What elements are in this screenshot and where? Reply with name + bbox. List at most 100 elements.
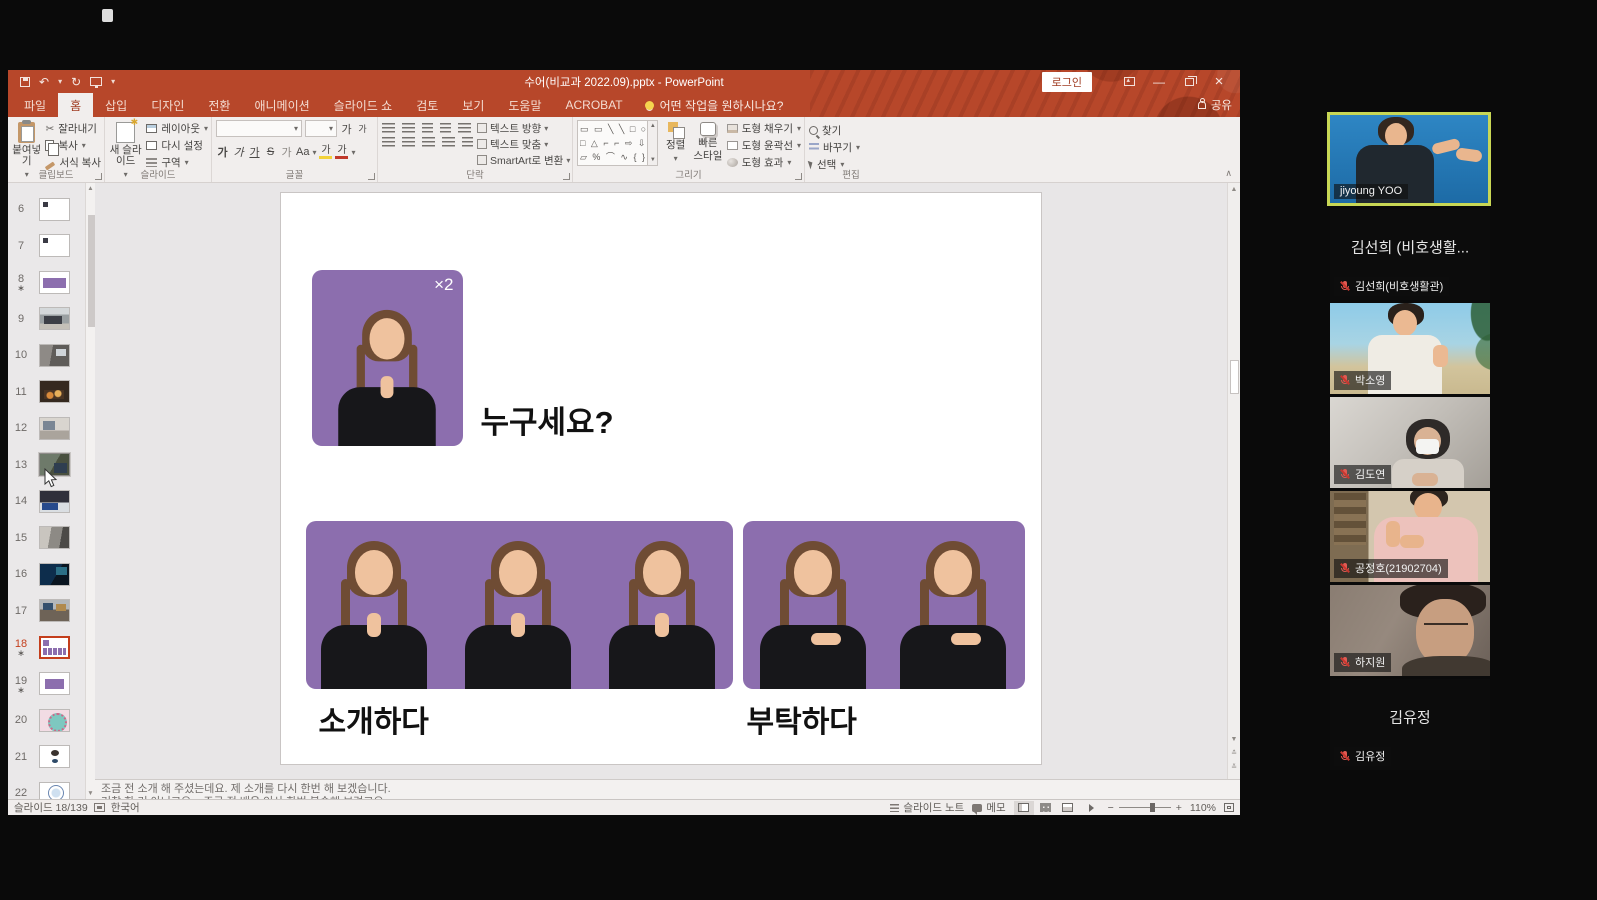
save-icon[interactable] — [20, 77, 30, 87]
thumbnail-slide-12[interactable]: 12 — [8, 410, 85, 447]
layout-button[interactable]: 레이아웃▾ — [146, 120, 208, 137]
tab-file[interactable]: 파일 — [12, 93, 58, 117]
copy-button[interactable]: 복사▾ — [45, 137, 101, 154]
caption-introduce[interactable]: 소개하다 — [319, 697, 429, 741]
thumbnail-slide-6[interactable]: 6 — [8, 191, 85, 228]
shrink-font-button[interactable]: 가 — [356, 122, 369, 135]
zoom-slider[interactable] — [1119, 807, 1171, 808]
tell-me-search[interactable]: 어떤 작업을 원하시나요? — [635, 93, 794, 117]
tab-slideshow[interactable]: 슬라이드 쇼 — [322, 93, 405, 117]
shape-fill-button[interactable]: 도형 채우기▾ — [727, 120, 801, 137]
language-label[interactable]: 한국어 — [111, 800, 140, 815]
participant-video-ha-jiwon[interactable]: 하지원 — [1330, 585, 1490, 676]
zoom-in-button[interactable]: + — [1176, 802, 1182, 814]
thumbnail-slide-9[interactable]: 9 — [8, 301, 85, 338]
notes-toggle-button[interactable]: 슬라이드 노트 — [890, 800, 964, 815]
thumbnail-scrollbar[interactable]: ▲ ▼ — [85, 183, 95, 799]
shapes-row-1[interactable]: ▭ ▭ ╲ ╲ □ ○ — [580, 123, 655, 136]
arrange-button[interactable]: 정렬 ▾ — [662, 120, 689, 164]
align-center-icon[interactable] — [402, 137, 415, 147]
scroll-down-icon[interactable]: ▼ — [87, 790, 93, 797]
shapes-gallery-scroll[interactable]: ▲▼ — [647, 121, 657, 165]
align-left-icon[interactable] — [382, 137, 395, 147]
normal-view-button[interactable] — [1014, 801, 1034, 815]
character-spacing-button[interactable]: Aa — [296, 146, 309, 158]
fit-slide-to-window-icon[interactable] — [1224, 803, 1234, 812]
numbering-icon[interactable] — [402, 123, 415, 133]
strikethrough-button[interactable]: S — [264, 146, 277, 158]
scroll-up-icon[interactable]: ▲ — [1228, 186, 1240, 193]
share-button[interactable]: 공유 — [1198, 93, 1232, 117]
zoom-out-button[interactable]: − — [1108, 802, 1114, 814]
find-button[interactable]: 찾기 — [809, 122, 860, 139]
comments-toggle-button[interactable]: 메모 — [972, 800, 1005, 815]
text-shadow-button[interactable]: 가 — [280, 144, 293, 160]
thumbnail-slide-22[interactable]: 22 — [8, 775, 85, 799]
slideshow-view-button[interactable] — [1080, 801, 1100, 815]
thumbnail-slide-20[interactable]: 20 — [8, 702, 85, 739]
ribbon-display-options-button[interactable] — [1114, 71, 1144, 92]
grow-font-button[interactable]: 가 — [340, 121, 353, 137]
align-right-icon[interactable] — [422, 137, 435, 147]
clipboard-dialog-launcher[interactable] — [95, 173, 102, 180]
zoom-level[interactable]: 110% — [1190, 802, 1216, 814]
sign-image-single[interactable]: ×2 — [312, 270, 463, 446]
align-text-button[interactable]: 텍스트 맞춤▾ — [477, 136, 570, 152]
shapes-row-2[interactable]: □ △ ⌐ ⌐ ⇨ ⇩ — [580, 137, 655, 150]
thumbnail-slide-10[interactable]: 10 — [8, 337, 85, 374]
smartart-convert-button[interactable]: SmartArt로 변환▾ — [477, 152, 570, 168]
reading-view-button[interactable] — [1058, 801, 1078, 815]
thumbnail-slide-18-selected[interactable]: 18∗ — [8, 629, 85, 666]
participant-video-jiyoung-yoo[interactable]: jiyoung YOO — [1327, 112, 1491, 206]
font-size-combo[interactable]: ▾ — [305, 120, 337, 137]
replace-button[interactable]: 바꾸기▾ — [809, 139, 860, 156]
shapes-row-3[interactable]: ▱ % ⌒ ∿ { } — [580, 151, 655, 164]
underline-button[interactable]: 가 — [248, 144, 261, 160]
thumbnail-slide-15[interactable]: 15 — [8, 520, 85, 557]
customize-qat-icon[interactable]: ▾ — [111, 77, 115, 86]
font-name-combo[interactable]: ▾ — [216, 120, 302, 137]
sign-image-request[interactable] — [743, 521, 1025, 689]
redo-icon[interactable]: ↻ — [71, 76, 81, 88]
drawing-dialog-launcher[interactable] — [795, 173, 802, 180]
tab-acrobat[interactable]: ACROBAT — [554, 93, 635, 117]
close-button[interactable]: × — [1204, 71, 1234, 92]
participant-video-kim-doyeon[interactable]: 김도연 — [1330, 397, 1490, 488]
sign-image-introduce[interactable] — [306, 521, 733, 689]
slide-sorter-view-button[interactable] — [1036, 801, 1056, 815]
italic-button[interactable]: 가 — [232, 144, 245, 160]
restore-button[interactable] — [1174, 71, 1204, 92]
paragraph-dialog-launcher[interactable] — [563, 173, 570, 180]
tab-view[interactable]: 보기 — [450, 93, 496, 117]
tab-insert[interactable]: 삽입 — [93, 93, 139, 117]
editor-scrollbar[interactable]: ▲ ▼ ≛ ≚ — [1227, 183, 1240, 779]
undo-dropdown-icon[interactable]: ▾ — [58, 77, 62, 86]
zoom-slider-handle[interactable] — [1150, 803, 1155, 812]
participant-video-park-soyoung[interactable]: 박소영 — [1330, 303, 1490, 394]
minimize-button[interactable]: — — [1144, 71, 1174, 92]
bold-button[interactable]: 가 — [216, 144, 229, 160]
scroll-up-icon[interactable]: ▲ — [87, 185, 93, 192]
quick-styles-button[interactable]: 빠른 스타일 — [693, 120, 723, 162]
font-dialog-launcher[interactable] — [368, 173, 375, 180]
increase-indent-icon[interactable] — [440, 123, 451, 133]
decrease-indent-icon[interactable] — [422, 123, 433, 133]
font-color-button[interactable]: 가 — [335, 146, 348, 159]
text-direction-button[interactable]: 텍스트 방향▾ — [477, 120, 570, 136]
cut-button[interactable]: ✂잘라내기 — [45, 120, 101, 137]
thumbnail-slide-16[interactable]: 16 — [8, 556, 85, 593]
thumbnail-slide-7[interactable]: 7 — [8, 228, 85, 265]
columns-icon[interactable] — [462, 137, 473, 147]
next-slide-icon[interactable]: ≚ — [1228, 763, 1240, 771]
slide-heading-text[interactable]: 누구세요? — [481, 397, 614, 442]
thumbnail-slide-21[interactable]: 21 — [8, 739, 85, 776]
tab-help[interactable]: 도움말 — [496, 93, 553, 117]
input-language-icon[interactable] — [94, 803, 105, 812]
scrollbar-thumb[interactable] — [88, 215, 95, 327]
thumbnail-slide-11[interactable]: 11 — [8, 374, 85, 411]
participant-tile-kim-yujeong[interactable]: 김유정 김유정 — [1330, 679, 1490, 770]
collapse-ribbon-icon[interactable]: ∧ — [1225, 168, 1232, 179]
tab-animations[interactable]: 애니메이션 — [242, 93, 321, 117]
tab-home[interactable]: 홈 — [58, 93, 93, 117]
slide-18-editing-surface[interactable]: ×2 누구세요? 소개하다 부탁하다 — [281, 193, 1041, 764]
